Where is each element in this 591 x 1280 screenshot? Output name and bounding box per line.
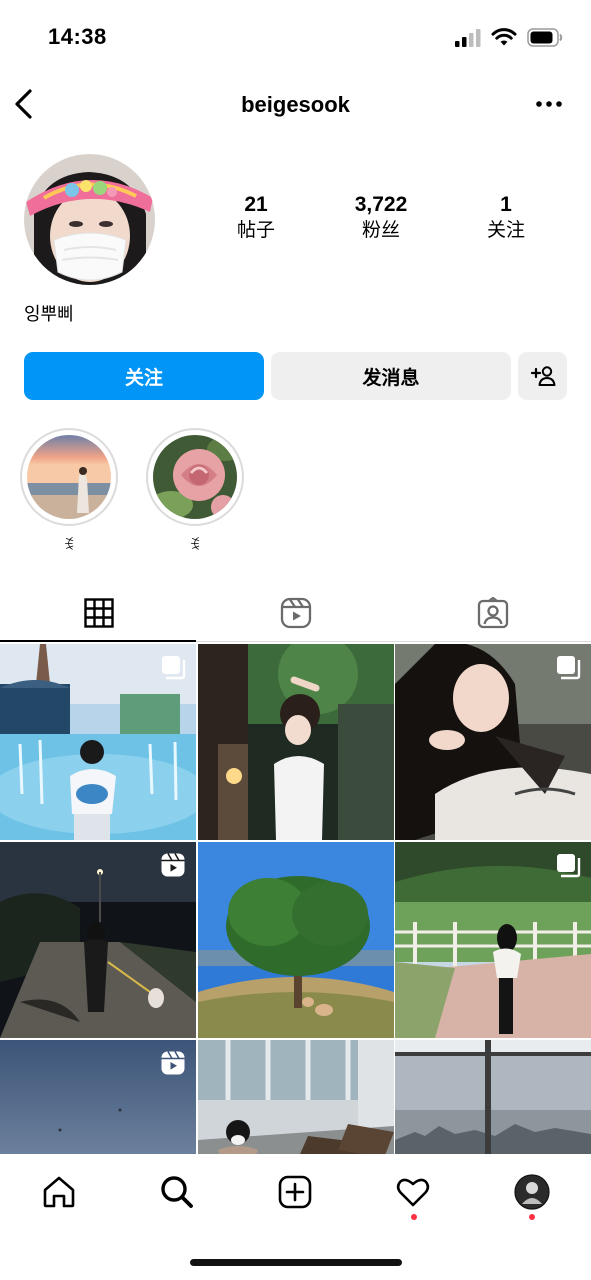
search-icon	[161, 1176, 193, 1208]
carousel-icon	[162, 656, 186, 680]
status-icons	[455, 28, 563, 47]
home-icon	[43, 1176, 75, 1208]
follow-button[interactable]: 关注	[24, 352, 264, 400]
create-post-icon	[278, 1175, 312, 1209]
post-tile[interactable]	[395, 644, 591, 840]
post-tile[interactable]	[0, 1040, 196, 1154]
nav-search[interactable]	[155, 1170, 199, 1214]
status-time: 14:38	[48, 24, 107, 49]
nav-profile[interactable]	[510, 1170, 554, 1214]
home-indicator	[190, 1259, 402, 1266]
highlight-cover	[153, 435, 237, 519]
highlight-label: ꉂ	[63, 537, 75, 554]
carousel-icon	[557, 854, 581, 878]
highlight-label: ꉂ	[189, 537, 201, 554]
message-button[interactable]: 发消息	[271, 352, 511, 400]
add-person-icon	[530, 366, 555, 386]
profile-avatar[interactable]	[24, 154, 155, 285]
stat-followers-count: 3,722	[354, 193, 408, 216]
tagged-icon	[477, 597, 508, 629]
profile-avatar-icon	[514, 1174, 550, 1210]
carousel-icon	[557, 656, 581, 680]
battery-icon	[527, 28, 563, 47]
highlight-item[interactable]: ꉂ	[20, 428, 118, 558]
stat-following-label: 关注	[486, 220, 525, 241]
posts-grid	[0, 644, 591, 1154]
post-image	[197, 1040, 394, 1154]
stat-posts[interactable]: 21 帖子	[196, 192, 316, 244]
post-tile[interactable]	[197, 842, 394, 1038]
profile-actions: 关注 发消息	[24, 352, 567, 400]
profile-header: beigesook	[0, 78, 591, 132]
wifi-icon	[491, 28, 517, 46]
tab-tagged[interactable]	[394, 584, 591, 642]
reels-icon	[161, 853, 185, 877]
display-name: 잉뿌삐	[24, 304, 74, 324]
post-tile[interactable]	[197, 644, 394, 840]
stat-following-count: 1	[500, 193, 512, 216]
stat-followers-label: 粉丝	[361, 220, 400, 241]
stat-following[interactable]: 1 关注	[446, 192, 566, 244]
status-bar: 14:38	[0, 0, 591, 72]
nav-create[interactable]	[273, 1170, 317, 1214]
nav-activity[interactable]	[391, 1170, 435, 1214]
tab-posts[interactable]	[0, 584, 197, 642]
post-image	[197, 842, 394, 1038]
reels-icon	[161, 1051, 185, 1075]
post-tile[interactable]	[395, 1040, 591, 1154]
reels-icon	[280, 597, 311, 629]
post-tile[interactable]	[0, 842, 196, 1038]
suggested-users-button[interactable]	[518, 352, 567, 400]
post-tile[interactable]	[197, 1040, 394, 1154]
grid-icon	[83, 598, 114, 628]
heart-icon	[396, 1178, 430, 1207]
nav-home[interactable]	[37, 1170, 81, 1214]
highlight-ring	[146, 428, 244, 526]
post-image	[197, 644, 394, 840]
active-tab-indicator	[0, 640, 196, 642]
highlight-ring	[20, 428, 118, 526]
bottom-navigation	[0, 1154, 591, 1244]
more-horizontal-icon	[536, 101, 562, 107]
post-tile[interactable]	[0, 644, 196, 840]
highlight-cover	[27, 435, 111, 519]
profile-tabs	[0, 584, 591, 642]
signal-icon	[455, 28, 481, 47]
profile-username: beigesook	[241, 92, 350, 117]
stat-followers[interactable]: 3,722 粉丝	[321, 192, 441, 244]
highlight-item[interactable]: ꉂ	[146, 428, 244, 558]
profile-stats: 21 帖子 3,722 粉丝 1 关注	[196, 192, 566, 244]
story-highlights: ꉂ ꉂ	[20, 428, 244, 558]
profile-notification-dot	[529, 1214, 535, 1220]
stat-posts-label: 帖子	[236, 220, 275, 241]
activity-notification-dot	[411, 1214, 417, 1220]
stat-posts-count: 21	[244, 193, 268, 216]
avatar-image	[24, 154, 155, 285]
tab-reels[interactable]	[197, 584, 394, 642]
post-tile[interactable]	[395, 842, 591, 1038]
more-options-button[interactable]	[535, 94, 563, 114]
post-image	[395, 1040, 591, 1154]
